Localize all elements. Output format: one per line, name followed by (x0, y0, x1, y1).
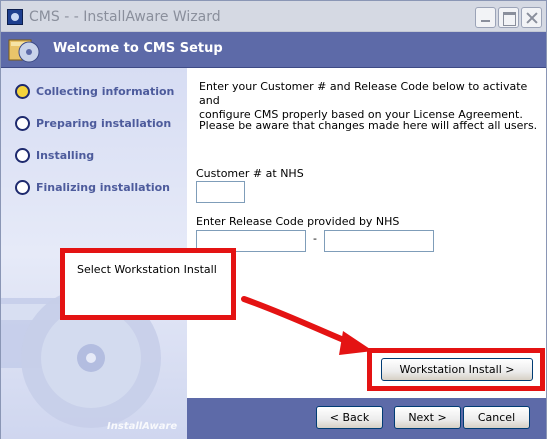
next-button[interactable]: Next > (394, 406, 461, 429)
release-code-separator: - (313, 232, 317, 245)
customer-number-label: Customer # at NHS (196, 167, 304, 180)
maximize-icon[interactable] (498, 7, 519, 28)
release-code-input-2[interactable] (324, 230, 434, 252)
title-bar[interactable]: CMS - - InstallAware Wizard (1, 1, 546, 32)
workstation-highlight-box (367, 348, 545, 391)
step-label: Preparing installation (36, 116, 172, 130)
close-icon[interactable] (521, 7, 542, 28)
step-collecting-information: Collecting information (15, 82, 174, 100)
intro-line: Enter your Customer # and Release Code b… (199, 80, 528, 107)
warning-text: Please be aware that changes made here w… (199, 119, 538, 132)
step-bullet-icon (15, 147, 30, 163)
page-title: Welcome to CMS Setup (53, 41, 223, 56)
step-label: Installing (36, 148, 95, 162)
setup-disc-icon (8, 39, 40, 63)
header-banner: Welcome to CMS Setup (1, 32, 546, 68)
step-bullet-icon (15, 115, 30, 131)
step-label: Finalizing installation (36, 180, 170, 194)
release-code-label: Enter Release Code provided by NHS (196, 215, 400, 228)
brand-watermark: InstallAware (107, 421, 178, 432)
back-button[interactable]: < Back (316, 406, 383, 429)
minimize-icon[interactable] (475, 7, 496, 28)
intro-text: Enter your Customer # and Release Code b… (199, 80, 546, 122)
step-active-bullet-icon (15, 83, 30, 99)
step-finalizing-installation: Finalizing installation (15, 178, 170, 196)
customer-number-input[interactable] (196, 181, 245, 203)
window-title: CMS - - InstallAware Wizard (29, 9, 221, 25)
installer-icon (7, 9, 23, 25)
cancel-button[interactable]: Cancel (463, 406, 530, 429)
step-label: Collecting information (36, 84, 175, 98)
instruction-callout: Select Workstation Install (60, 248, 236, 320)
step-installing: Installing (15, 146, 94, 164)
callout-text: Select Workstation Install (77, 263, 217, 276)
installer-window: CMS - - InstallAware Wizard Welcome to C… (0, 0, 547, 439)
step-bullet-icon (15, 179, 30, 195)
step-preparing-installation: Preparing installation (15, 114, 171, 132)
